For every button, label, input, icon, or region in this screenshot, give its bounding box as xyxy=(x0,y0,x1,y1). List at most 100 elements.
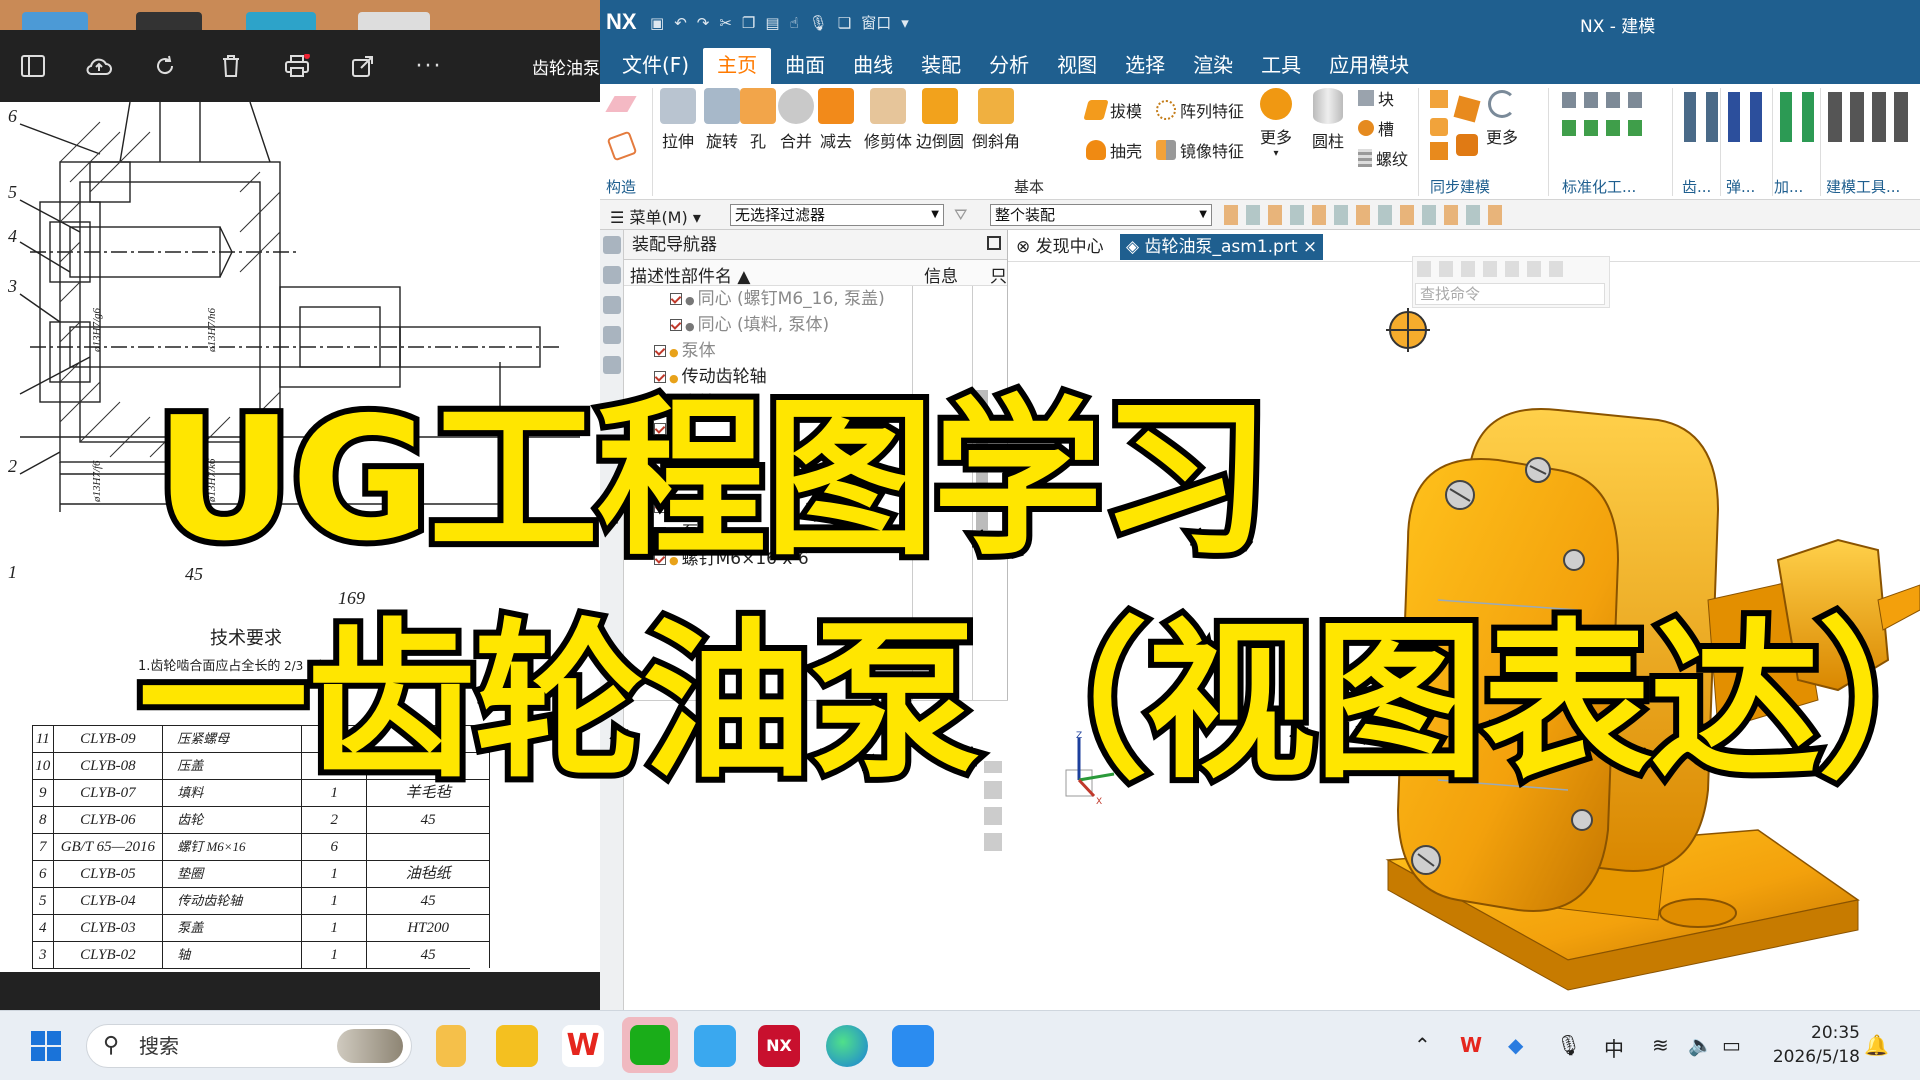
scope-select[interactable]: 整个装配 xyxy=(990,204,1212,226)
copy-icon[interactable]: ❐ xyxy=(742,14,755,32)
print-icon[interactable] xyxy=(264,30,330,102)
nx-taskbar-icon[interactable]: NX xyxy=(758,1025,800,1067)
replace-face-icon[interactable] xyxy=(1430,142,1448,160)
maximize-icon[interactable] xyxy=(987,236,1001,250)
standard-parts-icons[interactable] xyxy=(1562,92,1662,162)
file-explorer-icon[interactable] xyxy=(496,1025,538,1067)
menu-item-4[interactable]: 装配 xyxy=(907,48,975,84)
part-navigator-icon[interactable] xyxy=(602,236,621,254)
shell-button[interactable]: 抽壳 xyxy=(1086,138,1142,162)
sidebar-toggle-icon[interactable] xyxy=(0,30,66,102)
resize-icon[interactable] xyxy=(1488,90,1516,118)
navigator-row[interactable]: ● 齿轮 x 2 xyxy=(624,390,1007,416)
groove-button[interactable]: 槽 xyxy=(1358,116,1394,140)
history-icon[interactable] xyxy=(602,356,621,374)
group-add[interactable]: 加... xyxy=(1774,176,1803,197)
wechat-icon-bg[interactable] xyxy=(622,1017,678,1073)
pdf-tab-2[interactable] xyxy=(136,12,202,30)
rotate-icon[interactable] xyxy=(132,30,198,102)
cylinder-button[interactable]: 圆柱 xyxy=(1312,88,1344,152)
redo-icon[interactable]: ↷ xyxy=(697,14,710,32)
menu-item-8[interactable]: 渲染 xyxy=(1179,48,1247,84)
block-button[interactable]: 块 xyxy=(1358,86,1394,110)
mic-tray-icon[interactable]: 🎙 xyxy=(1556,1033,1581,1057)
more-icon[interactable]: ··· xyxy=(396,30,462,102)
sketch-icon[interactable] xyxy=(605,96,637,112)
app-a-icon[interactable] xyxy=(436,1025,466,1067)
visibility-checkbox[interactable] xyxy=(654,449,666,461)
datum-icon[interactable] xyxy=(606,130,638,162)
mirror-feature-button[interactable]: 镜像特征 xyxy=(1156,138,1244,162)
col-info[interactable]: 信息 xyxy=(924,262,958,287)
group-standard-parts[interactable]: 标准化工... xyxy=(1562,176,1636,197)
group-sync-modeling[interactable]: 同步建模 xyxy=(1430,176,1490,197)
col-readonly[interactable]: 只 xyxy=(990,262,1007,287)
cloud-upload-icon[interactable] xyxy=(66,30,132,102)
menu-item-10[interactable]: 应用模块 xyxy=(1315,48,1423,84)
player-icon[interactable] xyxy=(892,1025,934,1067)
unite-button[interactable]: 合并 xyxy=(778,88,814,152)
visibility-checkbox[interactable] xyxy=(654,371,666,383)
sync-modeling-icons[interactable]: 更多 xyxy=(1430,90,1518,170)
pattern-feature-button[interactable]: 阵列特征 xyxy=(1156,98,1244,122)
snap-point-icons[interactable] xyxy=(1224,205,1504,225)
delete-face-icon[interactable] xyxy=(1456,134,1478,156)
col-name[interactable]: 描述性部件名 ▲ xyxy=(630,262,750,287)
pdf-tab-1[interactable] xyxy=(22,12,88,30)
menu-item-1[interactable]: 主页 xyxy=(703,48,772,84)
clock[interactable]: 20:35 2026/5/18 xyxy=(1773,1021,1860,1069)
wps-icon[interactable]: W xyxy=(562,1025,604,1067)
menu-item-7[interactable]: 选择 xyxy=(1111,48,1179,84)
gear-pump-model[interactable] xyxy=(1238,360,1920,1010)
add-tool-icons[interactable] xyxy=(1780,92,1820,142)
sync-more-button[interactable]: 更多 xyxy=(1486,124,1518,148)
more-features-button[interactable]: 更多 ▾ xyxy=(1260,88,1292,159)
menu-item-5[interactable]: 分析 xyxy=(975,48,1043,84)
menu-item-6[interactable]: 视图 xyxy=(1043,48,1111,84)
group-spring[interactable]: 弹... xyxy=(1726,176,1755,197)
visibility-checkbox[interactable] xyxy=(654,345,666,357)
pull-face-icon[interactable] xyxy=(1453,95,1481,123)
thread-button[interactable]: 螺纹 xyxy=(1358,146,1408,170)
reuse-library-icon[interactable] xyxy=(602,326,621,344)
window-menu[interactable]: 窗口 xyxy=(861,12,891,33)
constraint-navigator-icon[interactable] xyxy=(602,296,621,314)
ime-indicator[interactable]: 中 xyxy=(1604,1033,1624,1062)
main-menu-button[interactable]: ☰ 菜单(M) ▾ xyxy=(610,204,701,228)
paste-icon[interactable]: ▤ xyxy=(765,14,779,32)
navigator-row[interactable]: ● 泵盖 xyxy=(624,520,1007,546)
edge-icon[interactable] xyxy=(826,1025,868,1067)
modeling-tool-icons[interactable] xyxy=(1828,92,1914,142)
navigator-row[interactable]: ● xyxy=(624,442,1007,468)
visibility-checkbox[interactable] xyxy=(654,527,666,539)
revolve-button[interactable]: 旋转 xyxy=(704,88,740,152)
mini-toolbar-icons[interactable] xyxy=(1417,261,1567,277)
close-tab-icon[interactable]: × xyxy=(1303,237,1317,257)
visibility-checkbox[interactable] xyxy=(654,397,666,409)
undo-icon[interactable]: ↶ xyxy=(674,14,687,32)
tab-discover-center[interactable]: ⊗ 发现中心 xyxy=(1010,234,1110,260)
menu-item-9[interactable]: 工具 xyxy=(1247,48,1315,84)
group-construct[interactable]: 构造 xyxy=(606,176,636,197)
panel-side-icons[interactable] xyxy=(984,761,1002,851)
pdf-tab-4[interactable] xyxy=(358,12,430,30)
group-gear[interactable]: 齿... xyxy=(1682,176,1711,197)
navigator-row[interactable]: ● xyxy=(624,494,1007,520)
tab-part-file[interactable]: ◈ 齿轮油泵_asm1.prt × xyxy=(1120,234,1324,260)
touch-mode-icon[interactable]: ☝ xyxy=(790,14,799,32)
extrude-button[interactable]: 拉伸 xyxy=(660,88,696,152)
chamfer-button[interactable]: 倒斜角 xyxy=(972,88,1020,152)
navigator-row[interactable]: ● xyxy=(624,416,1007,442)
cut-icon[interactable]: ✂ xyxy=(719,14,732,32)
trim-body-button[interactable]: 修剪体 xyxy=(864,88,912,152)
type-filter-select[interactable]: 无选择过滤器 xyxy=(730,204,944,226)
navigator-row[interactable]: ● 同心 (螺钉M6_16, 泵盖) xyxy=(624,286,1007,312)
pdf-tab-3[interactable] xyxy=(246,12,316,30)
battery-icon[interactable]: ▭ xyxy=(1722,1033,1741,1057)
visibility-checkbox[interactable] xyxy=(670,293,682,305)
group-modeling-tools[interactable]: 建模工具... xyxy=(1826,176,1900,197)
subtract-button[interactable]: 减去 xyxy=(818,88,854,152)
visibility-checkbox[interactable] xyxy=(654,423,666,435)
menu-item-3[interactable]: 曲线 xyxy=(839,48,907,84)
draft-button[interactable]: 拔模 xyxy=(1083,98,1142,122)
